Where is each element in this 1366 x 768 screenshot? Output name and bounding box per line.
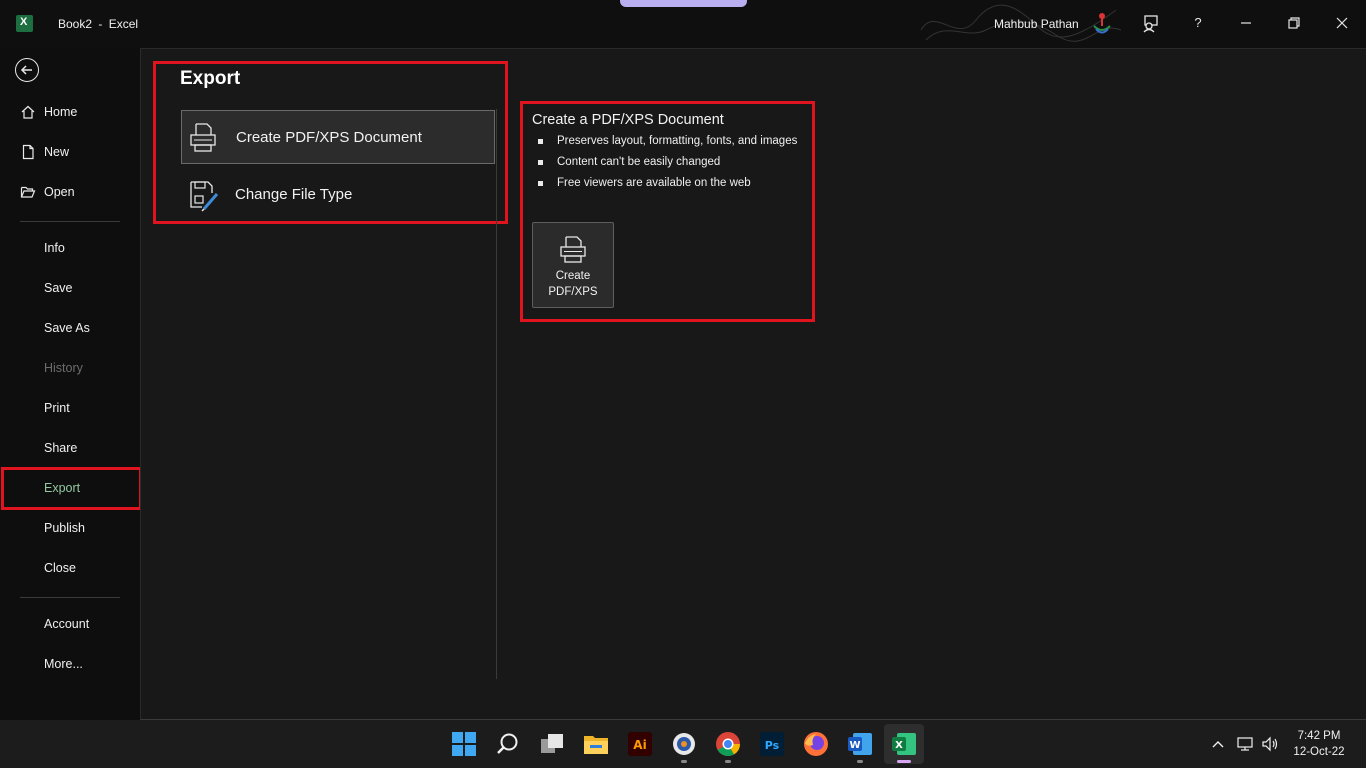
chevron-up-icon[interactable] (1208, 734, 1228, 754)
nav-label-home: Home (44, 105, 78, 119)
app-name: Excel (108, 17, 139, 31)
document-name: Book2 (58, 17, 93, 31)
nav-item-home[interactable]: Home (0, 93, 140, 133)
system-clock[interactable]: 7:42 PM 12-Oct-22 (1282, 728, 1356, 760)
title-separator: - (98, 17, 103, 31)
minimize-icon[interactable] (1235, 12, 1257, 34)
nav-label-account: Account (44, 617, 90, 631)
excel-icon[interactable]: X (891, 731, 917, 757)
user-name[interactable]: Mahbub Pathan (994, 17, 1079, 31)
nav-label-history: History (44, 361, 83, 375)
arrow-left-icon (20, 65, 32, 75)
taskbar: Ai Ps W X 7:42 PM 12-Oct-22 (0, 720, 1366, 768)
nav-item-publish[interactable]: Publish (0, 509, 140, 549)
running-indicator (857, 760, 863, 763)
task-view-icon[interactable] (539, 731, 565, 757)
svg-text:W: W (849, 740, 860, 751)
nav-label-publish: Publish (44, 521, 85, 535)
nav-item-print[interactable]: Print (0, 389, 140, 429)
network-icon[interactable] (1235, 734, 1255, 754)
nav-label-print: Print (44, 401, 70, 415)
coauthor-icon[interactable] (1140, 12, 1162, 34)
home-icon (21, 105, 35, 119)
back-button[interactable] (15, 58, 39, 82)
close-icon[interactable] (1331, 12, 1353, 34)
running-indicator (681, 760, 687, 763)
volume-icon[interactable] (1260, 734, 1280, 754)
panel-divider (496, 109, 497, 679)
folder-open-icon (20, 186, 36, 198)
active-app-indicator (897, 760, 911, 763)
clock-time: 7:42 PM (1297, 730, 1341, 742)
nav-item-new[interactable]: New (0, 133, 140, 173)
nav-label-save: Save (44, 281, 73, 295)
firefox-icon[interactable] (803, 731, 829, 757)
nav-item-close[interactable]: Close (0, 549, 140, 589)
word-icon[interactable]: W (847, 731, 873, 757)
restore-icon[interactable] (1283, 12, 1305, 34)
illustrator-icon[interactable]: Ai (627, 731, 653, 757)
svg-text:Ai: Ai (633, 738, 646, 752)
pdf-detail-highlight-box (520, 101, 815, 322)
search-icon[interactable] (495, 731, 521, 757)
clock-date: 12-Oct-22 (1293, 746, 1345, 758)
nav-item-open[interactable]: Open (0, 173, 140, 213)
window-title: Book2 - Excel (58, 17, 138, 31)
nav-item-save[interactable]: Save (0, 269, 140, 309)
nav-item-history: History (0, 349, 140, 389)
help-icon[interactable]: ? (1187, 12, 1209, 34)
nav-item-account[interactable]: Account (0, 605, 140, 645)
media-app-icon[interactable] (671, 731, 697, 757)
nav-label-more: More... (44, 657, 83, 671)
nav-item-info[interactable]: Info (0, 229, 140, 269)
running-indicator (725, 760, 731, 763)
export-options-highlight-box (153, 61, 508, 224)
nav-label-share: Share (44, 441, 78, 455)
chrome-icon[interactable] (715, 731, 741, 757)
nav-label-open: Open (44, 185, 75, 199)
nav-label-new: New (44, 145, 70, 159)
file-explorer-icon[interactable] (583, 731, 609, 757)
nav-item-share[interactable]: Share (0, 429, 140, 469)
title-bar: X Book2 - Excel Mahbub Pathan ? (0, 0, 1366, 48)
nav-item-more[interactable]: More... (0, 645, 140, 685)
backstage-nav: Home New Open Info Save Save As History … (0, 48, 140, 720)
svg-text:Ps: Ps (765, 739, 780, 752)
svg-text:X: X (895, 740, 903, 751)
photoshop-icon[interactable]: Ps (759, 731, 785, 757)
nav-item-save-as[interactable]: Save As (0, 309, 140, 349)
nav-divider (20, 597, 120, 598)
nav-label-save-as: Save As (44, 321, 90, 335)
user-avatar[interactable] (1090, 10, 1114, 36)
nav-divider (20, 221, 120, 222)
nav-label-close: Close (44, 561, 76, 575)
excel-logo-icon: X (16, 15, 33, 32)
windows-start-icon[interactable] (451, 731, 477, 757)
top-drag-handle[interactable] (620, 0, 747, 7)
nav-label-info: Info (44, 241, 65, 255)
new-document-icon (22, 144, 34, 160)
export-highlight-box (1, 467, 142, 510)
